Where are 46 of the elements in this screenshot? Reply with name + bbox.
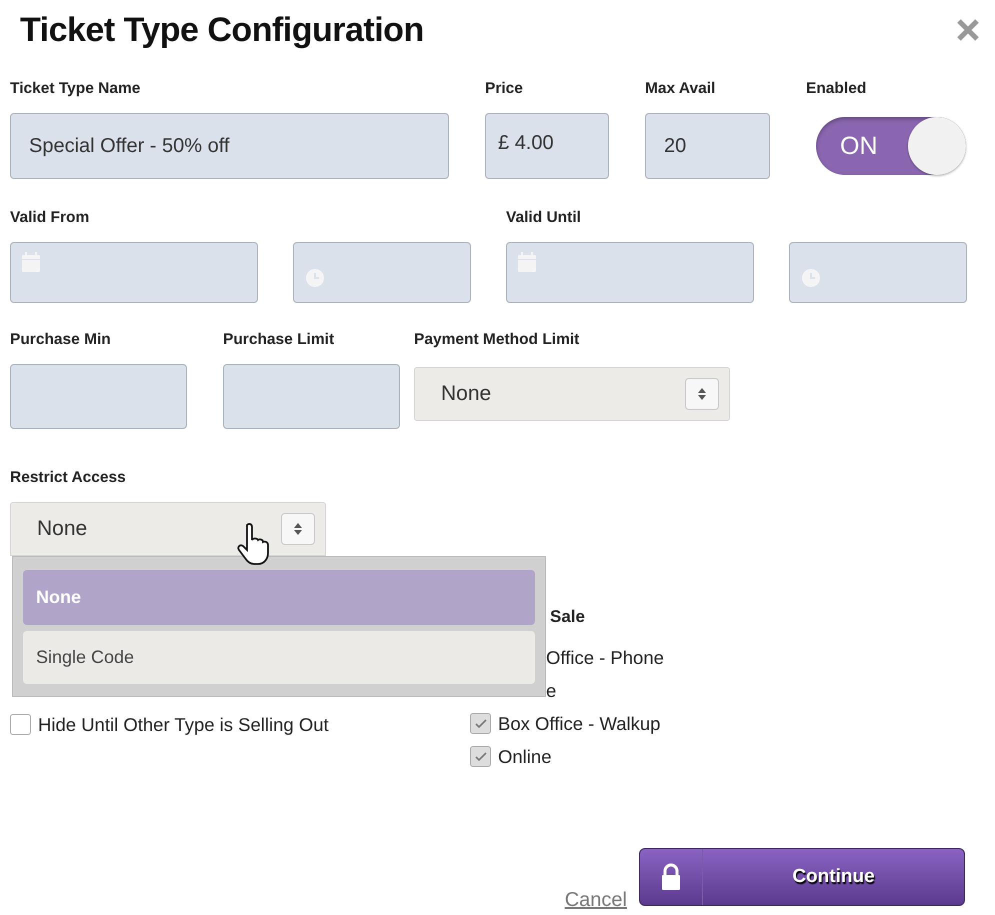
hand-cursor-icon [236, 522, 270, 566]
checkbox-label: Online [498, 746, 552, 768]
field-label: Max Avail [645, 80, 716, 99]
field-label: Ticket Type Name [10, 80, 142, 99]
clock-icon [306, 268, 324, 286]
up-down-arrows-icon [293, 522, 303, 536]
up-down-arrows-icon [697, 387, 707, 401]
checkbox-label: Box Office - Walkup [498, 712, 660, 734]
checkbox-label: e [546, 680, 556, 702]
lock-icon [660, 863, 682, 891]
checkbox[interactable] [470, 746, 491, 767]
calendar-icon [21, 251, 41, 273]
continue-button[interactable]: Continue [639, 848, 965, 906]
cancel-link[interactable]: Cancel [564, 889, 627, 912]
ticket-name-field[interactable]: Special Offer - 50% off [10, 113, 449, 179]
calendar-icon [517, 251, 537, 273]
section-heading: Sale [549, 608, 586, 628]
checkbox[interactable] [470, 713, 491, 734]
check-icon [474, 718, 486, 728]
time-field[interactable] [293, 242, 471, 303]
date-field[interactable] [506, 242, 754, 303]
max-avail-field[interactable]: 20 [645, 113, 770, 179]
clock-icon [802, 268, 820, 286]
field-label: Enabled [806, 80, 868, 99]
restrict-access-select[interactable]: None [10, 502, 326, 556]
purchase-min-field[interactable] [10, 364, 187, 429]
field-label: Valid From [10, 209, 90, 228]
checkbox-label: Office - Phone [546, 646, 664, 668]
field-label: Price [485, 80, 524, 99]
field-label: Payment Method Limit [414, 331, 580, 350]
check-icon [474, 752, 486, 762]
payment-method-select[interactable]: None [414, 367, 730, 421]
dialog-title: Ticket Type Configuration [20, 10, 424, 50]
date-field[interactable] [10, 242, 258, 303]
time-field[interactable] [789, 242, 967, 303]
checkbox[interactable] [10, 714, 31, 735]
purchase-limit-field[interactable] [223, 364, 400, 429]
enabled-toggle[interactable]: ON [816, 117, 966, 175]
field-label: Valid Until [506, 209, 582, 228]
field-label: Purchase Min [10, 331, 112, 350]
checkbox-label: Hide Until Other Type is Selling Out [38, 714, 329, 736]
price-field[interactable]: £ 4.00 [485, 113, 609, 179]
field-label: Purchase Limit [223, 331, 336, 350]
close-icon[interactable] [956, 18, 980, 42]
dropdown-option[interactable]: Single Code [23, 631, 535, 684]
field-label: Restrict Access [10, 469, 127, 488]
